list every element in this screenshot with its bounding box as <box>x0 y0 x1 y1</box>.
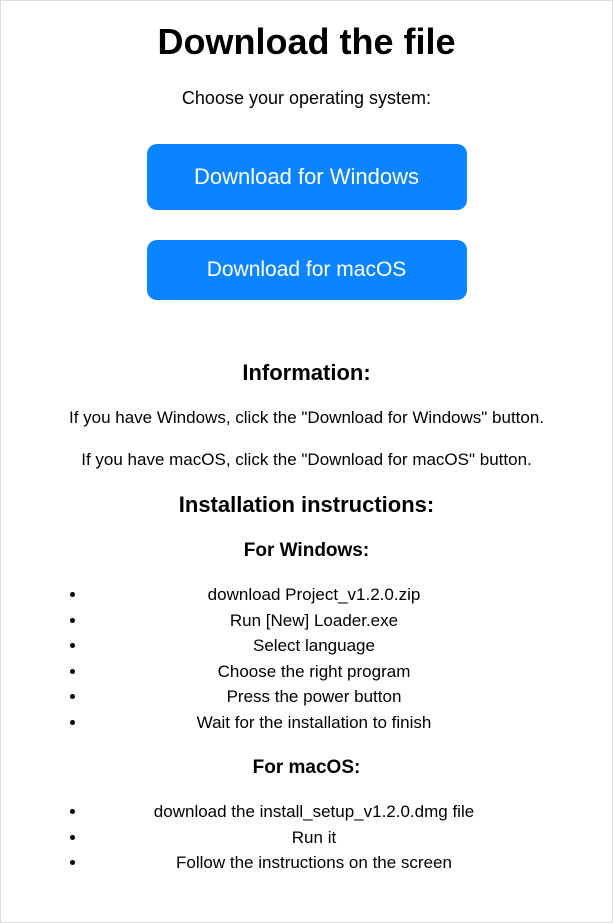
list-item: Run [New] Loader.exe <box>87 608 582 634</box>
list-item: Run it <box>87 825 582 851</box>
list-item: Follow the instructions on the screen <box>87 850 582 876</box>
macos-steps-list: download the install_setup_v1.2.0.dmg fi… <box>32 799 582 876</box>
installation-heading: Installation instructions: <box>1 492 612 518</box>
page-title: Download the file <box>1 21 612 63</box>
list-item: download the install_setup_v1.2.0.dmg fi… <box>87 799 582 825</box>
windows-subheading: For Windows: <box>1 540 612 562</box>
windows-steps-list: download Project_v1.2.0.zip Run [New] Lo… <box>32 582 582 735</box>
macos-subheading: For macOS: <box>1 757 612 779</box>
information-heading: Information: <box>1 360 612 386</box>
list-item: download Project_v1.2.0.zip <box>87 582 582 608</box>
list-item: Choose the right program <box>87 659 582 685</box>
download-macos-button[interactable]: Download for macOS <box>147 240 467 300</box>
list-item: Press the power button <box>87 684 582 710</box>
download-windows-button[interactable]: Download for Windows <box>147 144 467 210</box>
download-buttons: Download for Windows Download for macOS <box>1 144 612 300</box>
os-subtitle: Choose your operating system: <box>1 88 612 109</box>
info-windows-text: If you have Windows, click the "Download… <box>1 408 612 428</box>
info-macos-text: If you have macOS, click the "Download f… <box>1 450 612 470</box>
list-item: Select language <box>87 633 582 659</box>
list-item: Wait for the installation to finish <box>87 710 582 736</box>
